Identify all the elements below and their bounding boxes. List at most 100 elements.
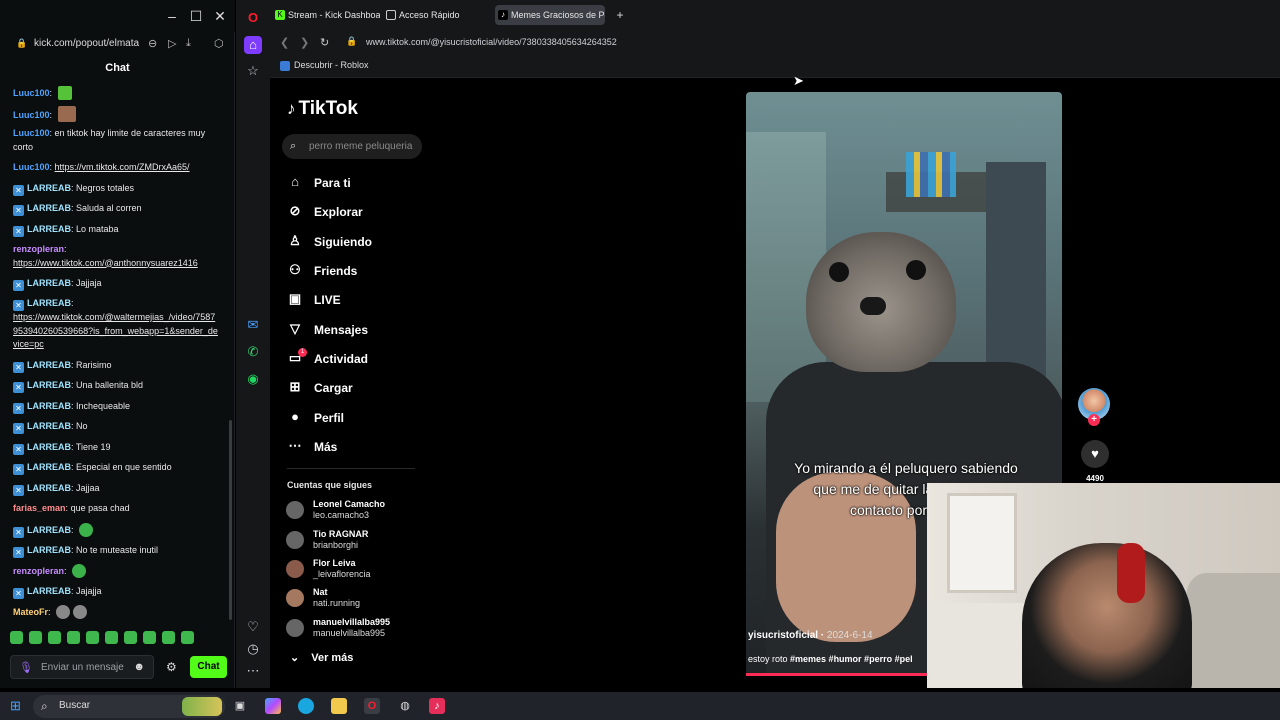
emote-icon[interactable]	[105, 631, 118, 644]
chat-message: ✕ LARREAB: Jajjaja	[13, 277, 218, 291]
reload-icon[interactable]: ↻	[320, 36, 329, 49]
extension-icon[interactable]: ⬡	[214, 37, 224, 50]
following-account[interactable]: Flor Leiva _leivaflorencia	[286, 558, 426, 584]
chat-link[interactable]: https://vm.tiktok.com/ZMDrxAa65/	[55, 162, 190, 172]
emote-icon[interactable]	[86, 631, 99, 644]
history-icon[interactable]: ◷	[244, 640, 262, 658]
download-icon[interactable]: ⤓	[186, 37, 191, 50]
close-icon[interactable]: ✕	[210, 6, 230, 26]
whatsapp-icon[interactable]: ✆	[244, 343, 262, 361]
gear-icon[interactable]: ⚙	[166, 660, 177, 674]
chat-message: ✕ LARREAB: https://www.tiktok.com/@walterm…	[13, 298, 218, 349]
avatar	[286, 589, 304, 607]
emote-icon[interactable]	[10, 631, 23, 644]
tiktok-note-icon: ♪	[287, 99, 296, 118]
profile-avatar-icon: ●	[291, 409, 299, 424]
tab-kick-dashboard[interactable]: K Stream - Kick Dashboard	[272, 5, 380, 25]
kick-url-bar[interactable]: 🔒 kick.com/popout/elmata ⊖ ▷ ⤓ ⬡	[6, 34, 228, 54]
tab-tiktok-active[interactable]: ♪ Memes Graciosos de Pel	[495, 5, 605, 25]
webcam-scene	[947, 493, 1017, 593]
compass-icon: ⊘	[289, 203, 301, 218]
avatar	[286, 531, 304, 549]
like-count: 4490	[1086, 474, 1104, 483]
back-icon[interactable]: ❮	[280, 36, 289, 49]
tiktok-logo[interactable]: ♪ TikTok	[287, 98, 358, 120]
shield-icon[interactable]: ⊖	[148, 37, 157, 50]
bookmark-roblox[interactable]: Descubrir - Roblox	[280, 60, 369, 71]
taskbar-search[interactable]: ⌕ Buscar	[33, 695, 225, 718]
tiktok-icon[interactable]: ♪	[429, 698, 445, 714]
chat-message: ✕ LARREAB: Especial en que sentido	[13, 461, 218, 475]
mic-icon[interactable]: 🎙	[19, 661, 33, 674]
like-button[interactable]: ♥	[1081, 440, 1109, 468]
edge-icon[interactable]	[298, 698, 314, 714]
badge-icon: ✕	[13, 588, 24, 599]
chat-message-list[interactable]: Luuc100: Luuc100: Luuc100: en tiktok hay…	[0, 84, 230, 624]
more-icon[interactable]: ⋯	[244, 662, 262, 680]
following-account[interactable]: Nat nati.running	[286, 587, 426, 613]
avatar	[286, 560, 304, 578]
follow-plus-icon[interactable]: +	[1088, 414, 1100, 426]
send-icon[interactable]: ▷	[168, 37, 176, 50]
emote-bar[interactable]	[10, 631, 220, 647]
task-view-icon[interactable]: ▣	[232, 698, 248, 714]
emote-icon[interactable]	[181, 631, 194, 644]
opera-icon[interactable]: O	[364, 698, 380, 714]
badge-icon: ✕	[13, 382, 24, 393]
video-scene	[906, 152, 956, 197]
upload-icon: ⊞	[289, 379, 301, 394]
lock-icon: 🔒	[346, 36, 358, 46]
windows-start-icon[interactable]: ⊞	[10, 698, 21, 714]
chat-send-button[interactable]: Chat	[190, 656, 227, 678]
obs-icon[interactable]: ◍	[397, 698, 413, 714]
dog-eye	[829, 262, 849, 282]
search-icon: ⌕	[290, 140, 297, 152]
spotify-icon[interactable]: ◉	[244, 370, 262, 388]
heart-icon[interactable]: ♡	[244, 618, 262, 636]
following-account[interactable]: Leonel Camacho leo.camacho3	[286, 499, 426, 525]
chat-link[interactable]: https://www.tiktok.com/@waltermejias_/vi…	[13, 312, 218, 349]
emote-icon[interactable]	[124, 631, 137, 644]
emote-icon[interactable]	[29, 631, 42, 644]
emoji-icon[interactable]: ☻	[133, 661, 145, 673]
chat-message: ✕ LARREAB: Jajjaa	[13, 482, 218, 496]
copilot-icon[interactable]	[265, 698, 281, 714]
chat-message: renzopleran:	[13, 564, 218, 579]
minimize-icon[interactable]: –	[162, 6, 182, 26]
new-tab-button[interactable]: +	[613, 8, 627, 22]
search-icon: ⌕	[41, 699, 48, 713]
url-field[interactable]: www.tiktok.com/@yisucristoficial/video/7…	[366, 37, 617, 47]
following-account[interactable]: Tio RAGNAR brianborghi	[286, 529, 426, 555]
tab-speed-dial[interactable]: Acceso Rápido	[383, 5, 483, 25]
chat-message: Luuc100: en tiktok hay limite de caracte…	[13, 128, 206, 152]
badge-icon: ✕	[13, 527, 24, 538]
more-icon: ⋯	[288, 438, 302, 453]
forward-icon[interactable]: ❯	[300, 36, 309, 49]
badge-icon: ✕	[13, 403, 24, 414]
home-icon[interactable]: ⌂	[244, 36, 262, 54]
speed-dial-icon	[386, 10, 396, 20]
mouse-cursor-icon: ➤	[793, 73, 804, 88]
following-title: Cuentas que sigues	[287, 480, 373, 490]
emote-icon[interactable]	[143, 631, 156, 644]
emote-icon[interactable]	[48, 631, 61, 644]
see-more-button[interactable]: ⌄ Ver más	[290, 651, 353, 664]
star-icon[interactable]: ☆	[244, 62, 262, 80]
maximize-icon[interactable]: ☐	[186, 6, 206, 26]
chat-message: ✕ LARREAB: Una ballenita bld	[13, 379, 218, 393]
opera-logo-icon[interactable]: O	[244, 9, 262, 27]
messenger-icon[interactable]: ✉	[244, 316, 262, 334]
video-author[interactable]: yisucristoficial · 2024-6-14	[748, 630, 873, 641]
emote-icon[interactable]	[162, 631, 175, 644]
chat-scrollbar[interactable]	[229, 420, 232, 620]
emote-icon	[72, 564, 87, 578]
tiktok-search-input[interactable]: ⌕ perro meme peluqueria	[282, 134, 422, 159]
chat-message-input[interactable]: 🎙 Enviar un mensaje ☻	[10, 655, 154, 679]
chat-link[interactable]: https://www.tiktok.com/@anthonnysuarez14…	[13, 258, 198, 268]
emote-icon[interactable]	[67, 631, 80, 644]
chat-message: ✕ LARREAB: Tiene 19	[13, 441, 218, 455]
following-account[interactable]: manuelvillalba995 manuelvillalba995	[286, 617, 426, 643]
file-explorer-icon[interactable]	[331, 698, 347, 714]
chat-title: Chat	[105, 62, 130, 74]
chat-message: ✕ LARREAB: No	[13, 420, 218, 434]
